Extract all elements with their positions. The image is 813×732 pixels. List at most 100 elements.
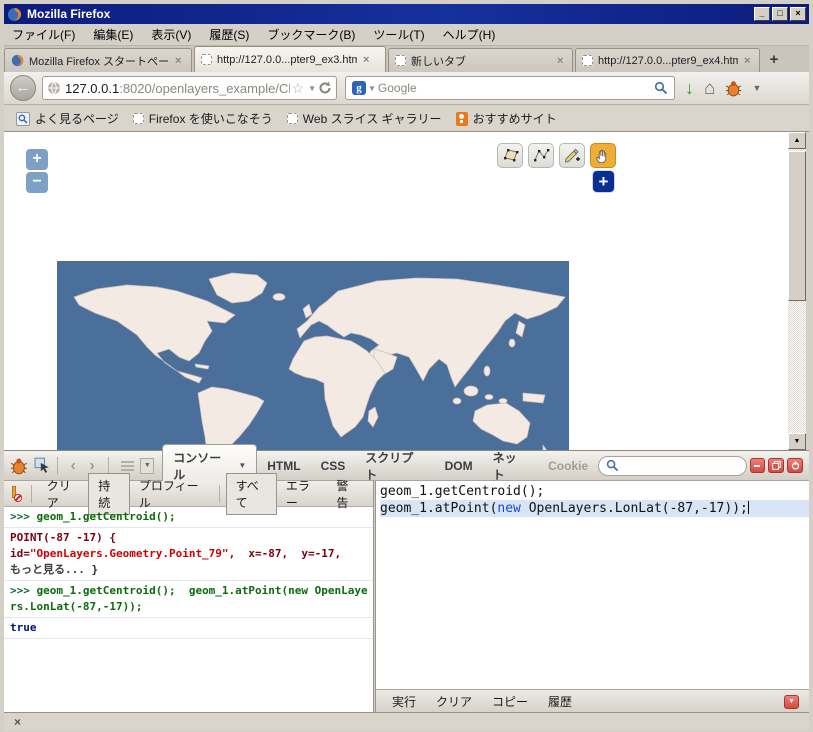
menu-bookmarks[interactable]: ブックマーク(B)	[267, 26, 355, 43]
scroll-up-icon[interactable]: ▲	[788, 132, 806, 149]
firebug-search-box[interactable]	[598, 456, 746, 476]
zoom-in-button[interactable]: +	[26, 149, 48, 170]
home-icon[interactable]: ⌂	[704, 79, 715, 98]
console-log: >>> geom_1.getCentroid(); POINT(-87 -17)…	[4, 507, 373, 639]
object-more-link[interactable]: もっと見る...	[10, 563, 85, 576]
console-command-echo: >>> geom_1.getCentroid(); geom_1.atPoint…	[4, 581, 373, 618]
separator	[57, 457, 58, 475]
tab-ex3[interactable]: http://127.0.0...pter9_ex3.html ×	[194, 46, 386, 72]
filter-all-button[interactable]: すべて	[226, 473, 277, 515]
break-on-error-icon[interactable]	[10, 486, 21, 501]
profile-button[interactable]: プロフィール	[130, 474, 213, 514]
toolbar-overflow-icon[interactable]: ▼	[752, 83, 761, 93]
url-bar[interactable]: 127.0.0.1 :8020/openlayers_example/Chapt…	[42, 76, 337, 100]
menu-help[interactable]: ヘルプ(H)	[443, 26, 496, 43]
text-cursor	[748, 501, 749, 514]
firebug-close-button[interactable]	[787, 458, 803, 473]
copy-button[interactable]: コピー	[486, 691, 534, 712]
blank-favicon	[582, 55, 593, 66]
tab-close-icon[interactable]: ×	[556, 55, 564, 67]
bookmark-getting-started[interactable]: Firefox を使いこなそう	[129, 110, 277, 127]
history-button[interactable]: 履歴	[542, 691, 578, 712]
draw-point-tool[interactable]	[559, 143, 585, 168]
tab-ex4[interactable]: http://127.0.0...pter9_ex4.html ×	[575, 48, 760, 72]
world-map[interactable]	[57, 261, 569, 450]
tab-close-icon[interactable]: ×	[362, 54, 370, 66]
vertical-scrollbar[interactable]: ▲ ▼	[788, 132, 806, 450]
bookmark-label: よく見るページ	[35, 110, 119, 127]
title-bar: Mozilla Firefox _ □ ×	[4, 4, 809, 24]
separator	[219, 485, 220, 503]
maximize-button[interactable]: □	[772, 7, 788, 21]
menu-file[interactable]: ファイル(F)	[12, 26, 75, 43]
search-placeholder: Google	[378, 81, 654, 95]
layer-switcher-button[interactable]: +	[592, 170, 615, 193]
clear-button[interactable]: クリア	[38, 474, 89, 514]
zoom-out-button[interactable]: −	[26, 172, 48, 193]
firebug-detach-button[interactable]	[768, 458, 784, 473]
close-button[interactable]: ×	[790, 7, 806, 21]
search-engine-dropdown-icon[interactable]: ▼	[366, 84, 378, 93]
command-editor[interactable]: geom_1.getCentroid(); geom_1.atPoint(new…	[376, 481, 809, 689]
findbar-close-icon[interactable]: ×	[14, 715, 21, 729]
tab-close-icon[interactable]: ×	[174, 55, 182, 67]
lightbulb-icon	[456, 112, 468, 126]
status-bar: ×	[4, 712, 809, 730]
url-host: 127.0.0.1	[65, 81, 119, 96]
list-icon[interactable]	[121, 461, 135, 471]
console-forward-icon[interactable]: ›	[83, 457, 102, 474]
bookmark-most-visited[interactable]: よく見るページ	[12, 110, 123, 127]
navigation-bar: ← 127.0.0.1 :8020/openlayers_example/Cha…	[4, 72, 809, 105]
menu-tools[interactable]: ツール(T)	[373, 26, 424, 43]
downloads-icon[interactable]: ↓	[685, 79, 694, 97]
editor-line-highlighted: geom_1.atPoint(new OpenLayers.LonLat(-87…	[380, 500, 809, 517]
draw-polygon-tool[interactable]	[497, 143, 523, 168]
pan-tool[interactable]	[590, 143, 616, 168]
scroll-down-icon[interactable]: ▼	[788, 433, 806, 450]
filter-warnings-button[interactable]: 警告	[327, 474, 367, 514]
map-editing-toolbar	[497, 143, 616, 168]
run-button[interactable]: 実行	[386, 691, 422, 712]
bookmark-suggested-sites[interactable]: おすすめサイト	[452, 110, 561, 127]
menu-edit[interactable]: 編集(E)	[93, 26, 133, 43]
keyword-new: new	[497, 501, 520, 516]
tab-start-page[interactable]: Mozilla Firefox スタートページ ×	[4, 48, 192, 72]
bookmark-label: Firefox を使いこなそう	[149, 110, 273, 127]
console-log-panel: クリア 持続 プロフィール すべて エラー 警告 >>> geom_1.getC…	[4, 481, 373, 713]
minimize-button[interactable]: _	[754, 7, 770, 21]
reload-icon[interactable]	[318, 81, 332, 95]
command-editor-panel: geom_1.getCentroid(); geom_1.atPoint(new…	[376, 481, 809, 713]
menu-view[interactable]: 表示(V)	[151, 26, 191, 43]
draw-line-tool[interactable]	[528, 143, 554, 168]
console-dropdown-icon: ▼	[238, 461, 246, 470]
firebug-panel: ‹ › ▼ コンソール ▼ HTML CSS スクリプト DOM ネット Coo…	[4, 450, 809, 712]
tab-dom[interactable]: DOM	[435, 455, 483, 477]
bookmark-label: Web スライス ギャラリー	[303, 110, 442, 127]
inspect-element-icon[interactable]	[34, 457, 51, 474]
firebug-icon[interactable]	[725, 80, 742, 97]
tab-new[interactable]: 新しいタブ ×	[388, 48, 573, 72]
menu-history[interactable]: 履歴(S)	[209, 26, 249, 43]
firebug-search-input[interactable]	[623, 460, 733, 472]
clear-button[interactable]: クリア	[430, 691, 478, 712]
console-boolean-result: true	[4, 618, 373, 639]
url-dropdown-icon[interactable]: ▼	[306, 84, 318, 93]
back-button[interactable]: ←	[10, 75, 36, 101]
console-back-icon[interactable]: ‹	[64, 457, 83, 474]
new-tab-button[interactable]: +	[762, 50, 786, 72]
bookmark-star-icon[interactable]: ☆	[290, 80, 307, 97]
search-icon[interactable]	[654, 81, 668, 95]
firefox-favicon	[11, 54, 24, 67]
firebug-minimize-button[interactable]	[750, 458, 766, 473]
tab-label: 新しいタブ	[411, 53, 551, 69]
options-dropdown-icon[interactable]: ▼	[140, 458, 154, 474]
tab-close-icon[interactable]: ×	[743, 55, 751, 67]
search-bar[interactable]: g ▼ Google	[345, 76, 675, 100]
filter-errors-button[interactable]: エラー	[277, 474, 328, 514]
bookmark-label: おすすめサイト	[473, 110, 557, 127]
collapse-editor-icon[interactable]: ▼	[784, 695, 799, 709]
tab-cookie[interactable]: Cookie	[538, 455, 598, 477]
scrollbar-thumb[interactable]	[788, 151, 806, 301]
firebug-menu-icon[interactable]	[10, 457, 28, 475]
bookmark-web-slice-gallery[interactable]: Web スライス ギャラリー	[283, 110, 446, 127]
